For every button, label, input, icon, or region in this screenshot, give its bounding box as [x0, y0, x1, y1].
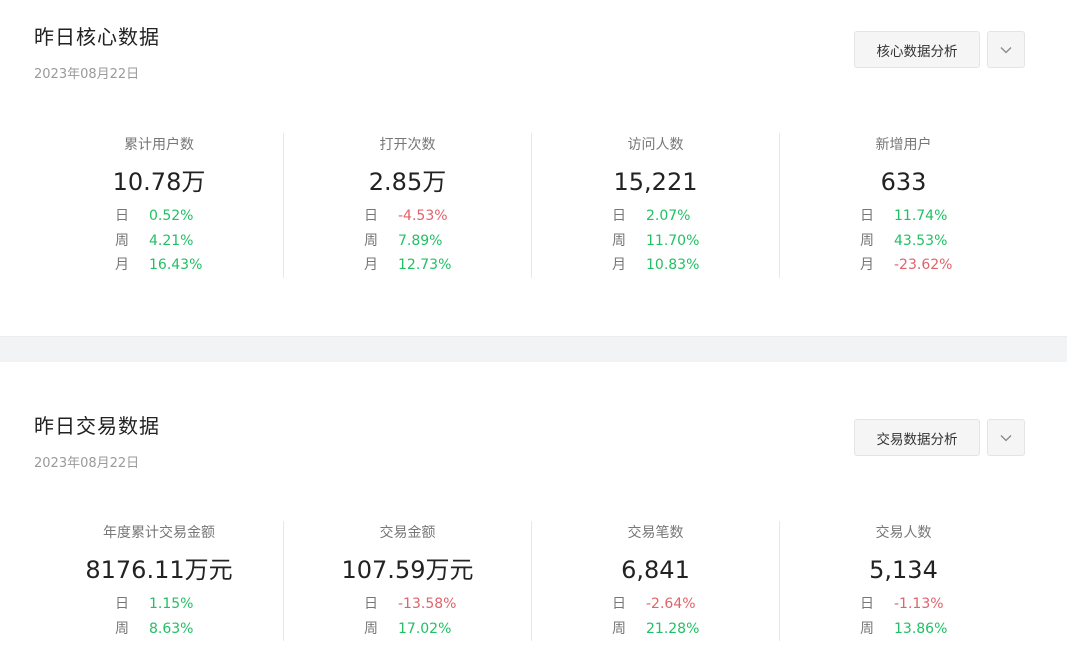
- core-data-panel: 昨日核心数据 2023年08月22日 核心数据分析 累计用户数 10.78万 日…: [0, 0, 1067, 336]
- change-row-week: 周 13.86%: [780, 617, 1027, 642]
- change-row-day: 日 1.15%: [35, 592, 283, 617]
- metric-label: 新增用户: [875, 137, 932, 153]
- change-row-month: 月 -23.62%: [780, 253, 1027, 278]
- change-row-day: 日 11.74%: [780, 204, 1027, 229]
- change-period-label: 周: [612, 620, 626, 637]
- metric-card: 年度累计交易金额 8176.11万元 日 1.15% 周 8.63%: [35, 521, 283, 641]
- change-period-label: 日: [860, 596, 874, 612]
- change-period-label: 月: [364, 257, 378, 273]
- metric-card: 累计用户数 10.78万 日 0.52% 周 4.21% 月 16.43%: [35, 133, 283, 278]
- section-title: 昨日交易数据: [34, 414, 160, 438]
- metric-value: 6,841: [621, 556, 690, 584]
- metric-label: 年度累计交易金额: [103, 525, 215, 541]
- metric-label: 访问人数: [627, 137, 684, 153]
- change-value: 17.02%: [398, 620, 452, 637]
- change-value: 11.74%: [894, 208, 948, 224]
- metric-value: 633: [880, 168, 927, 196]
- chevron-down-icon: [1000, 46, 1012, 54]
- section-date: 2023年08月22日: [34, 67, 140, 82]
- change-value: 7.89%: [398, 232, 443, 249]
- change-value: 1.15%: [149, 596, 194, 612]
- trade-data-panel: 昨日交易数据 2023年08月22日 交易数据分析 年度累计交易金额 8176.…: [0, 362, 1067, 647]
- change-period-label: 周: [860, 232, 874, 249]
- change-value: 8.63%: [149, 620, 194, 637]
- change-row-day: 日 2.07%: [532, 204, 779, 229]
- metric-card: 交易笔数 6,841 日 -2.64% 周 21.28%: [531, 521, 779, 641]
- change-value: 12.73%: [398, 257, 452, 273]
- change-value: 2.07%: [646, 208, 691, 224]
- metric-value: 107.59万元: [341, 556, 474, 584]
- change-row-week: 周 17.02%: [284, 617, 531, 642]
- change-period-label: 月: [115, 257, 129, 273]
- metric-label: 交易金额: [379, 525, 436, 541]
- change-period-label: 月: [860, 257, 874, 273]
- metric-label: 打开次数: [379, 137, 436, 153]
- metric-label: 交易人数: [875, 525, 932, 541]
- change-row-day: 日 -2.64%: [532, 592, 779, 617]
- change-row-day: 日 -4.53%: [284, 204, 531, 229]
- change-row-week: 周 4.21%: [35, 229, 283, 254]
- change-period-label: 周: [364, 232, 378, 249]
- change-period-label: 日: [860, 208, 874, 224]
- change-row-day: 日 -13.58%: [284, 592, 531, 617]
- change-row-day: 日 -1.13%: [780, 592, 1027, 617]
- change-period-label: 日: [364, 208, 378, 224]
- change-value: -13.58%: [398, 596, 457, 612]
- metric-card: 交易人数 5,134 日 -1.13% 周 13.86%: [779, 521, 1027, 641]
- change-value: -4.53%: [398, 208, 448, 224]
- change-row-week: 周 21.28%: [532, 617, 779, 642]
- change-value: -2.64%: [646, 596, 696, 612]
- change-value: 16.43%: [149, 257, 203, 273]
- change-row-week: 周 11.70%: [532, 229, 779, 254]
- change-row-month: 月 12.73%: [284, 253, 531, 278]
- change-row-week: 周 7.89%: [284, 229, 531, 254]
- metric-value: 5,134: [869, 556, 938, 584]
- core-metrics-row: 累计用户数 10.78万 日 0.52% 周 4.21% 月 16.43% 打开次数 …: [35, 133, 1027, 278]
- core-analysis-button[interactable]: 核心数据分析: [854, 31, 980, 68]
- change-row-week: 周 43.53%: [780, 229, 1027, 254]
- change-period-label: 日: [115, 596, 129, 612]
- metric-value: 8176.11万元: [85, 556, 233, 584]
- change-row-month: 月 10.83%: [532, 253, 779, 278]
- metric-value: 10.78万: [112, 168, 206, 196]
- metric-label: 交易笔数: [627, 525, 684, 541]
- change-period-label: 月: [612, 257, 626, 273]
- trade-dropdown-button[interactable]: [987, 419, 1025, 456]
- change-value: 11.70%: [646, 232, 700, 249]
- change-period-label: 日: [612, 596, 626, 612]
- change-value: 13.86%: [894, 620, 948, 637]
- change-value: 43.53%: [894, 232, 948, 249]
- change-period-label: 日: [612, 208, 626, 224]
- metric-card: 新增用户 633 日 11.74% 周 43.53% 月 -23.62%: [779, 133, 1027, 278]
- section-title: 昨日核心数据: [34, 25, 160, 49]
- metric-value: 15,221: [613, 168, 698, 196]
- change-value: 21.28%: [646, 620, 700, 637]
- metric-value: 2.85万: [368, 168, 447, 196]
- trade-analysis-button[interactable]: 交易数据分析: [854, 419, 980, 456]
- change-period-label: 周: [612, 232, 626, 249]
- change-value: -23.62%: [894, 257, 953, 273]
- change-period-label: 周: [364, 620, 378, 637]
- change-value: 4.21%: [149, 232, 194, 249]
- trade-metrics-row: 年度累计交易金额 8176.11万元 日 1.15% 周 8.63% 交易金额 10…: [35, 521, 1027, 641]
- change-row-week: 周 8.63%: [35, 617, 283, 642]
- core-dropdown-button[interactable]: [987, 31, 1025, 68]
- metric-card: 交易金额 107.59万元 日 -13.58% 周 17.02%: [283, 521, 531, 641]
- metric-label: 累计用户数: [124, 137, 194, 153]
- chevron-down-icon: [1000, 434, 1012, 442]
- change-period-label: 日: [115, 208, 129, 224]
- metric-card: 打开次数 2.85万 日 -4.53% 周 7.89% 月 12.73%: [283, 133, 531, 278]
- section-date: 2023年08月22日: [34, 456, 140, 471]
- change-row-month: 月 16.43%: [35, 253, 283, 278]
- change-period-label: 周: [115, 620, 129, 637]
- change-period-label: 周: [860, 620, 874, 637]
- metric-card: 访问人数 15,221 日 2.07% 周 11.70% 月 10.83%: [531, 133, 779, 278]
- change-row-day: 日 0.52%: [35, 204, 283, 229]
- change-value: 10.83%: [646, 257, 700, 273]
- section-divider: [0, 336, 1067, 363]
- change-value: 0.52%: [149, 208, 194, 224]
- change-period-label: 周: [115, 232, 129, 249]
- change-period-label: 日: [364, 596, 378, 612]
- change-value: -1.13%: [894, 596, 944, 612]
